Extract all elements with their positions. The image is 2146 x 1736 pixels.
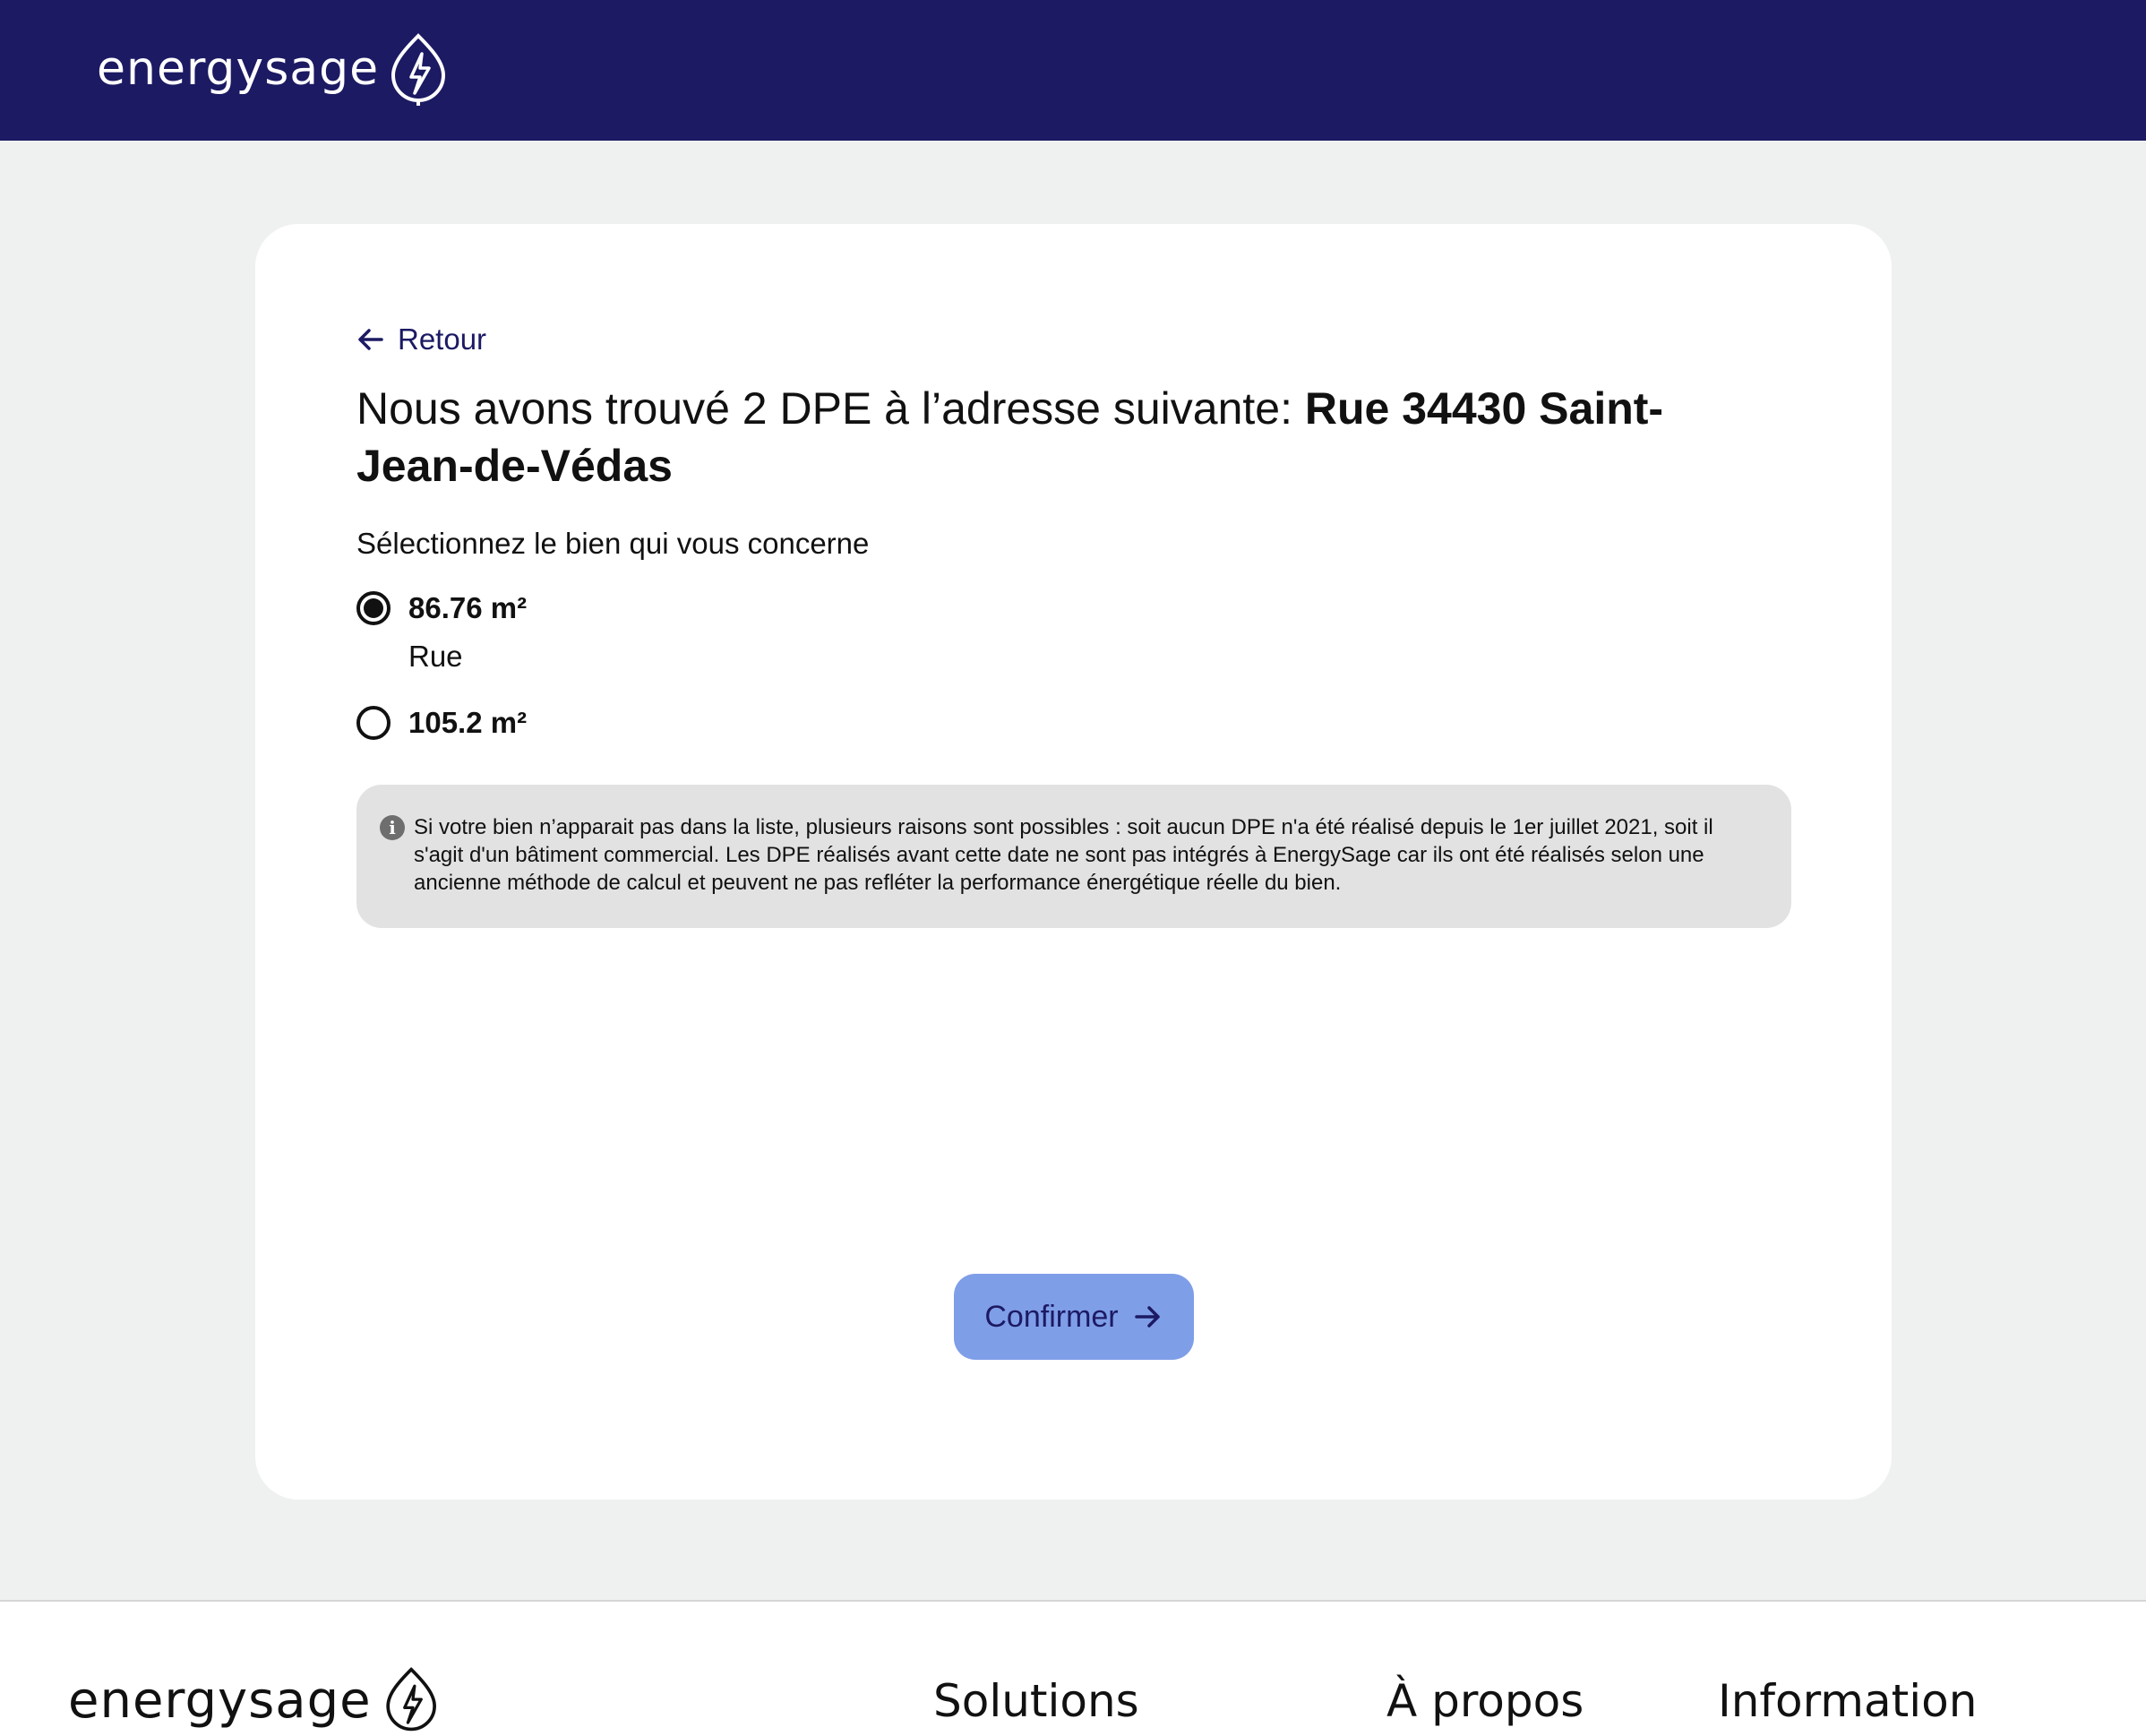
confirm-button-label: Confirmer [984,1299,1119,1334]
page-title: Nous avons trouvé 2 DPE à l’adresse suiv… [356,380,1754,494]
radio-dot [364,598,383,618]
footer-brand-name: energysage [68,1671,372,1730]
info-icon: i [380,815,405,840]
footer-link-a-propos[interactable]: À propos [1386,1675,1584,1727]
footer-brand-logo[interactable]: energysage [68,1666,445,1734]
dpe-option-1[interactable]: 86.76 m² Rue [356,589,527,675]
dpe-selection-card: Retour Nous avons trouvé 2 DPE à l’adres… [255,224,1892,1500]
info-notice-text: Si votre bien n’apparait pas dans la lis… [414,815,1713,895]
footer-link-information[interactable]: Information [1718,1675,1977,1727]
arrow-right-icon [1134,1306,1160,1328]
title-prefix: Nous avons trouvé 2 DPE à l’adresse suiv… [356,383,1305,434]
back-link[interactable]: Retour [356,322,486,357]
selection-instruction: Sélectionnez le bien qui vous concerne [356,527,870,560]
option-street: Rue [408,640,463,673]
back-link-label: Retour [398,322,487,356]
option-area: 86.76 m² [408,591,528,624]
info-notice: i Si votre bien n’apparait pas dans la l… [356,785,1791,928]
brand-name: energysage [97,42,380,96]
footer-link-solutions[interactable]: Solutions [933,1675,1139,1727]
arrow-left-icon [358,329,383,350]
leaf-bolt-icon [385,1667,436,1732]
brand-logo[interactable]: energysage [97,32,452,106]
dpe-option-2[interactable]: 105.2 m² [356,704,527,742]
radio-button-selected[interactable] [356,591,391,625]
top-header: energysage [0,0,2146,141]
confirm-button[interactable]: Confirmer [954,1274,1194,1360]
option-area: 105.2 m² [408,706,528,739]
radio-button[interactable] [356,706,391,740]
leaf-bolt-icon [391,33,446,106]
